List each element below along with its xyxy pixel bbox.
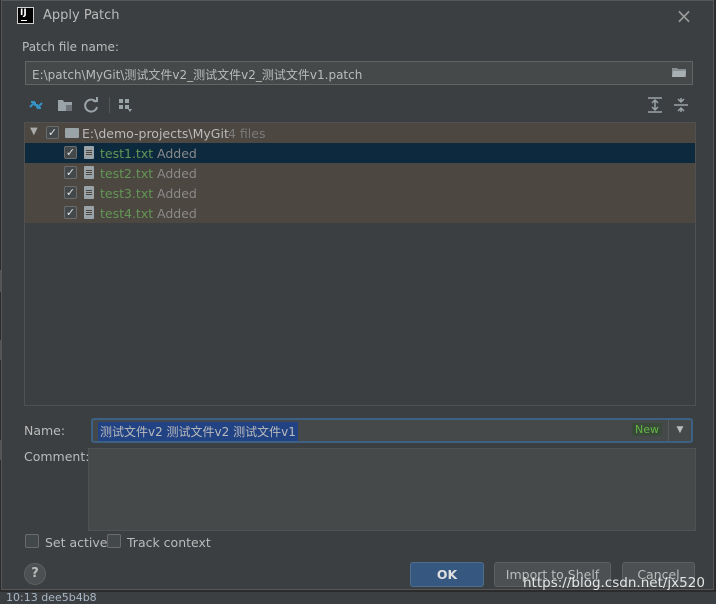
comment-textarea[interactable] [88,448,696,531]
set-active-checkbox[interactable] [25,534,39,548]
patch-file-label: Patch file name: [22,40,119,54]
refresh-icon[interactable] [82,96,100,114]
apply-patch-dialog: IJ Apply Patch × Patch file name: E:\pat… [1,0,714,590]
file-name: test4.txt [100,206,154,221]
text-file-icon [84,206,94,219]
set-active-label[interactable]: Set active [45,535,108,550]
file-checkbox[interactable]: ✓ [64,146,77,159]
changelist-name-combobox[interactable]: 测试文件v2 测试文件v2 测试文件v1 New ▼ [91,418,693,443]
watermark: https://blog.csdn.net/jx520 [523,575,705,591]
file-checkbox[interactable]: ✓ [64,166,77,179]
file-row[interactable]: ✓ test4.txt Added [25,203,695,223]
folder-icon[interactable] [56,96,74,114]
changes-tree[interactable]: ▼ ✓ E:\demo-projects\MyGit 4 files ✓ tes… [24,122,696,406]
file-status: Added [157,186,197,201]
dialog-title: Apply Patch [43,8,120,23]
comment-label: Comment: [24,449,90,464]
file-status: Added [157,146,197,161]
intellij-icon: IJ [17,7,34,24]
title-bar[interactable]: IJ Apply Patch × [2,1,713,33]
folder-icon [65,128,79,138]
background-ide-strip [0,592,716,604]
file-row[interactable]: ✓ test3.txt Added [25,183,695,203]
chevron-down-icon[interactable]: ▼ [668,420,691,441]
file-checkbox[interactable]: ✓ [64,186,77,199]
track-context-label[interactable]: Track context [127,535,211,550]
name-label: Name: [24,423,66,438]
patch-file-value: E:\patch\MyGit\测试文件v2_测试文件v2_测试文件v1.patc… [32,68,363,82]
toolbar-separator [109,97,110,113]
track-context-checkbox[interactable] [107,534,121,548]
background-status-text: 10:13 dee5b4b8 [6,591,97,604]
collapse-all-icon[interactable] [672,96,690,114]
root-checkbox[interactable]: ✓ [46,126,59,139]
file-name: test1.txt [100,146,154,161]
expand-all-icon[interactable] [646,96,664,114]
file-status: Added [157,206,197,221]
close-button[interactable]: × [672,5,696,27]
file-status: Added [157,166,197,181]
group-by-icon[interactable] [116,96,134,114]
patch-file-field[interactable]: E:\patch\MyGit\测试文件v2_测试文件v2_测试文件v1.patc… [25,61,693,85]
file-name: test2.txt [100,166,154,181]
tree-root-row[interactable]: ▼ ✓ E:\demo-projects\MyGit 4 files [25,123,695,143]
merge-arrows-icon[interactable] [27,96,45,114]
new-badge: New [632,423,662,436]
changelist-name-value[interactable]: 测试文件v2 测试文件v2 测试文件v1 [98,422,298,441]
text-file-icon [84,186,94,199]
browse-folder-icon[interactable] [672,67,686,77]
file-name: test3.txt [100,186,154,201]
file-count: 4 files [228,126,266,141]
file-row[interactable]: ✓ test1.txt Added [25,143,695,163]
ok-button[interactable]: OK [410,562,484,587]
expander-icon[interactable]: ▼ [30,126,38,137]
root-path: E:\demo-projects\MyGit [82,126,229,141]
help-button[interactable]: ? [24,563,46,585]
file-row[interactable]: ✓ test2.txt Added [25,163,695,183]
file-checkbox[interactable]: ✓ [64,206,77,219]
text-file-icon [84,166,94,179]
text-file-icon [84,146,94,159]
